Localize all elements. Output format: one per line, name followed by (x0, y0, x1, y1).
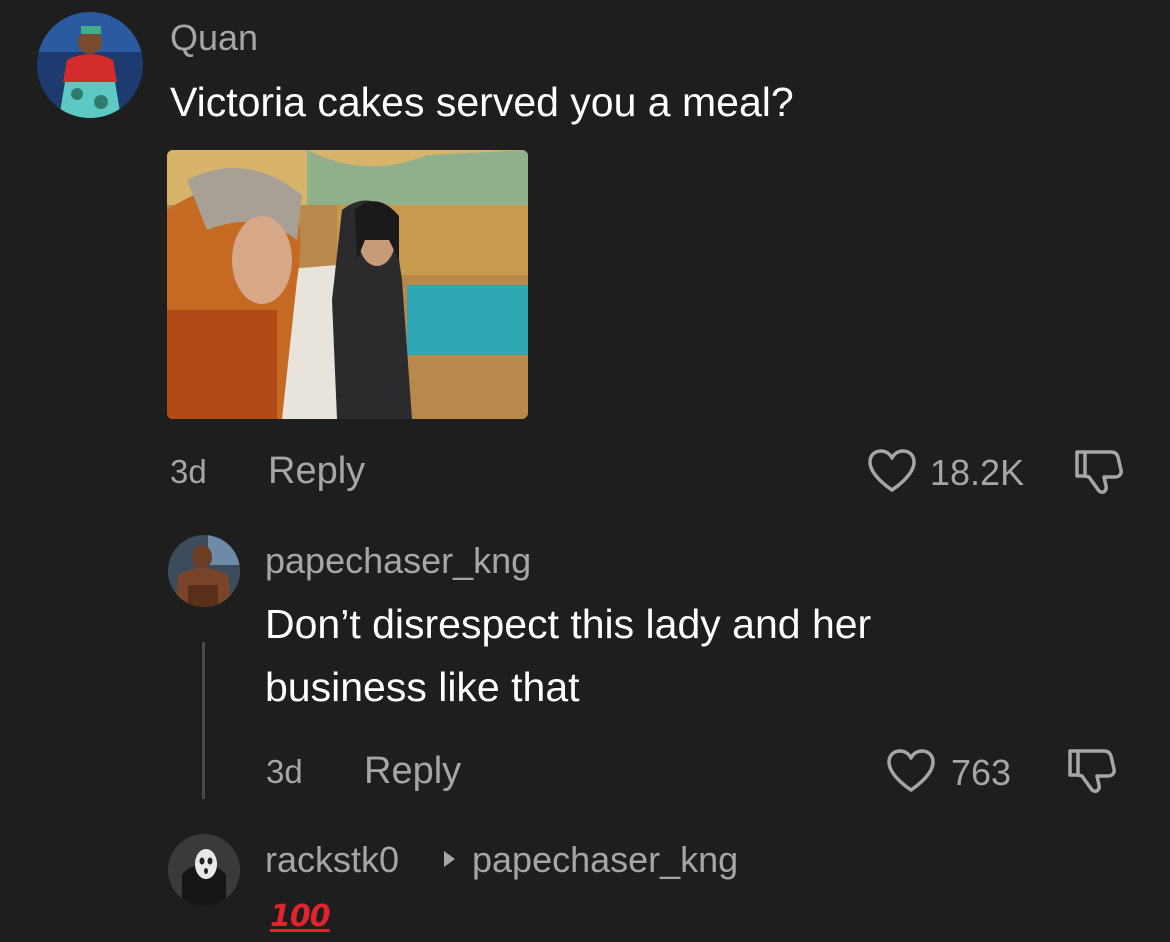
comment-username[interactable]: rackstk0 (265, 842, 399, 878)
heart-icon[interactable] (866, 448, 918, 494)
comment-username[interactable]: papechaser_kng (265, 543, 531, 579)
dislike-icon[interactable] (1064, 745, 1118, 795)
reply-to-username[interactable]: papechaser_kng (472, 842, 738, 878)
comment-text-line-2: business like that (265, 664, 580, 710)
comment-text-line-1: Don’t disrespect this lady and her (265, 601, 872, 647)
avatar-papechaser[interactable] (168, 535, 240, 607)
like-count: 763 (951, 752, 1012, 793)
comment-username[interactable]: Quan (170, 20, 258, 56)
dislike-icon[interactable] (1071, 446, 1125, 496)
thread-line (202, 642, 205, 799)
avatar-quan[interactable] (37, 12, 143, 118)
heart-icon[interactable] (885, 748, 937, 794)
reply-button[interactable]: Reply (268, 452, 365, 490)
hundred-points-emoji: 100 (270, 899, 331, 934)
comment-gif-image[interactable] (167, 150, 528, 419)
reply-to-arrow-icon (444, 851, 455, 867)
comment-timestamp: 3d (170, 453, 207, 490)
reply-button[interactable]: Reply (364, 752, 461, 790)
like-count: 18.2K (930, 452, 1025, 493)
avatar-rackstk0[interactable] (168, 834, 240, 906)
comment-text: Victoria cakes served you a meal? (170, 79, 794, 125)
comment-timestamp: 3d (266, 753, 303, 790)
